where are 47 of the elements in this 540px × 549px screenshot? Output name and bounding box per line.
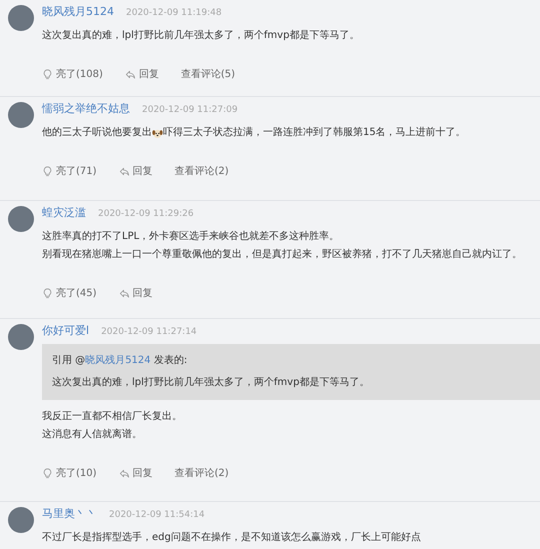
like-button[interactable]: 亮了(71) xyxy=(42,164,97,178)
comment-text: 别看现在猪崽嘴上一口一个尊重敬佩他的复出，但是真打起来，野区被养猪，打不了几天猪崽自己就内讧了。 xyxy=(42,248,523,262)
dog-emoji-icon xyxy=(152,128,163,138)
reply-arrow-icon xyxy=(118,288,130,298)
avatar[interactable] xyxy=(8,5,34,31)
username-link[interactable]: 懦弱之举绝不姑息 xyxy=(42,102,130,116)
like-button[interactable]: 亮了(108) xyxy=(42,67,103,81)
lightbulb-icon xyxy=(42,288,53,298)
reply-arrow-icon xyxy=(118,468,130,478)
comment-text: 吓得三太子状态拉满，一路连胜冲到了韩服第15名，马上进前十了。 xyxy=(163,126,466,140)
avatar[interactable] xyxy=(8,206,34,232)
like-button[interactable]: 亮了(10) xyxy=(42,466,97,480)
avatar[interactable] xyxy=(8,102,34,128)
reply-button[interactable]: 回复 xyxy=(118,286,153,300)
lightbulb-icon xyxy=(42,468,53,478)
post-time: 2020-12-09 11:27:14 xyxy=(101,326,197,339)
comment-text: 我反正一直都不相信厂长复出。 xyxy=(42,410,183,424)
lightbulb-icon xyxy=(42,166,53,176)
quoted-user-link[interactable]: 晓风残月5124 xyxy=(85,355,151,366)
like-button[interactable]: 亮了(45) xyxy=(42,286,97,300)
comment-text: 他的三太子听说他要复出 xyxy=(42,126,152,140)
avatar[interactable] xyxy=(8,324,34,350)
comment-text: 这消息有人信就离谱。 xyxy=(42,428,143,442)
comment-text: 这次复出真的难，lpl打野比前几年强太多了，两个fmvp都是下等马了。 xyxy=(42,28,360,43)
reply-arrow-icon xyxy=(118,166,130,176)
post-time: 2020-12-09 11:27:09 xyxy=(142,104,238,117)
post-time: 2020-12-09 11:54:14 xyxy=(109,509,205,522)
quote-prefix: 引用 @ xyxy=(52,355,86,366)
reply-arrow-icon xyxy=(124,68,136,80)
view-comments-link[interactable]: 查看评论(2) xyxy=(174,466,229,480)
avatar[interactable] xyxy=(8,507,34,533)
lightbulb-icon xyxy=(42,68,53,80)
quoted-text: 这次复出真的难，lpl打野比前几年强太多了，两个fmvp都是下等马了。 xyxy=(52,376,370,390)
post-time: 2020-12-09 11:19:48 xyxy=(126,7,222,20)
username-link[interactable]: 马里奥丶丶 xyxy=(42,507,97,521)
username-link[interactable]: 晓风残月5124 xyxy=(42,5,114,19)
comment-text: 不过厂长是指挥型选手，edg问题不在操作，是不知道该怎么赢游戏，厂长上可能好点 xyxy=(42,530,422,545)
reply-button[interactable]: 回复 xyxy=(118,164,153,178)
view-comments-link[interactable]: 查看评论(5) xyxy=(180,67,236,81)
view-comments-link[interactable]: 查看评论(2) xyxy=(174,164,229,178)
username-link[interactable]: 你好可爱l xyxy=(42,324,90,338)
reply-button[interactable]: 回复 xyxy=(124,67,159,81)
reply-button[interactable]: 回复 xyxy=(118,466,153,480)
quote-suffix: 发表的: xyxy=(152,355,188,366)
comment-text: 这胜率真的打不了LPL，外卡赛区选手来峡谷也就差不多这种胜率。 xyxy=(42,230,340,244)
username-link[interactable]: 蝗灾泛滥 xyxy=(42,206,86,220)
post-time: 2020-12-09 11:29:26 xyxy=(98,208,194,221)
